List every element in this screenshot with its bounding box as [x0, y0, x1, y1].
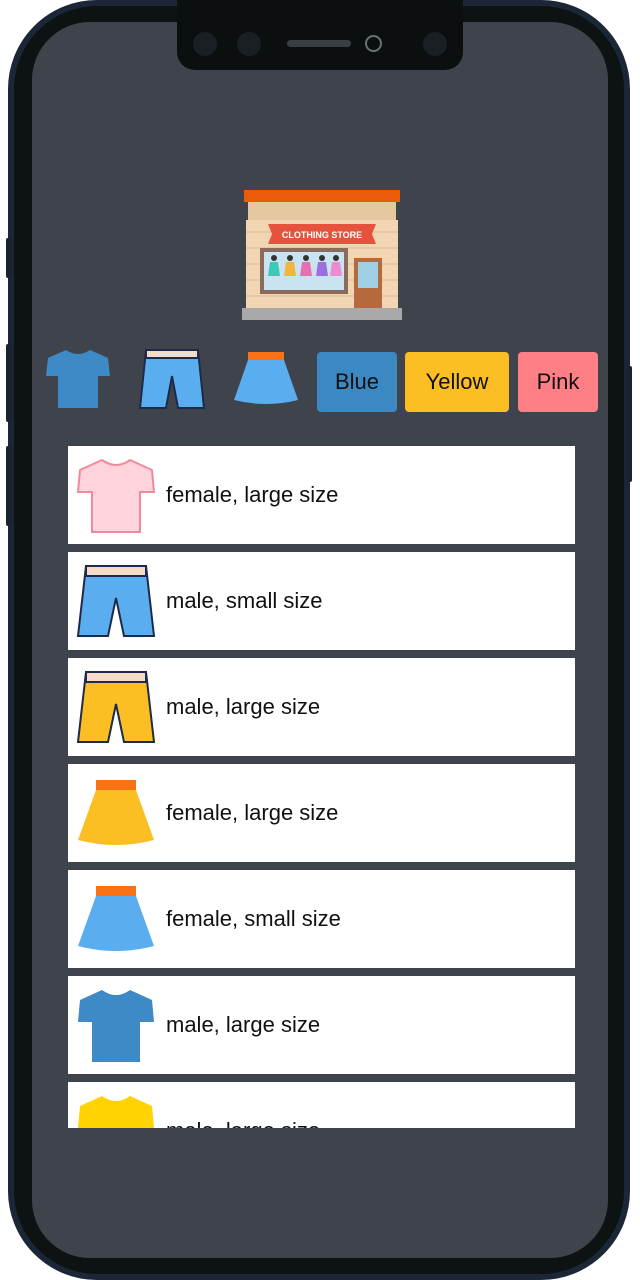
product-item[interactable]: male, large size — [68, 658, 575, 756]
skirt-filter[interactable] — [230, 346, 302, 412]
notch — [177, 0, 463, 70]
shorts-icon — [76, 565, 156, 637]
product-label: male, large size — [166, 1082, 320, 1128]
tshirt-filter[interactable] — [42, 346, 114, 412]
shorts-filter[interactable] — [136, 346, 208, 412]
yellow-filter-button[interactable]: Yellow — [405, 352, 509, 412]
pink-filter-button[interactable]: Pink — [518, 352, 598, 412]
tshirt-icon — [76, 458, 156, 533]
product-label: female, large size — [166, 800, 339, 825]
product-label: male, large size — [166, 1012, 321, 1037]
speaker-icon — [287, 40, 351, 47]
volume-down-button — [6, 446, 12, 526]
product-item[interactable]: female, large size — [68, 446, 575, 544]
product-item[interactable]: female, small size — [68, 870, 575, 968]
product-list[interactable]: female, large size male, small size male… — [68, 446, 575, 1128]
product-item[interactable]: female, large size — [68, 764, 575, 862]
sensor-icon — [237, 32, 261, 56]
product-item[interactable]: male, small size — [68, 552, 575, 650]
power-button — [626, 366, 632, 482]
tshirt-icon — [46, 350, 110, 408]
skirt-icon — [234, 352, 298, 404]
product-item[interactable]: male, large size — [68, 1082, 575, 1128]
volume-up-button — [6, 344, 12, 422]
product-label: female, large size — [166, 482, 339, 507]
svg-text:CLOTHING STORE: CLOTHING STORE — [282, 230, 362, 240]
sensor-icon — [423, 32, 447, 56]
tshirt-icon — [78, 1096, 154, 1128]
camera-icon — [193, 32, 217, 56]
product-label: male, small size — [166, 588, 323, 613]
front-camera-icon — [365, 35, 382, 52]
skirt-icon — [78, 886, 154, 951]
clothing-store-icon: CLOTHING STORE — [242, 190, 402, 320]
product-label: male, large size — [166, 694, 321, 719]
blue-filter-button[interactable]: Blue — [317, 352, 397, 412]
product-item[interactable]: male, large size — [68, 976, 575, 1074]
product-label: female, small size — [166, 906, 341, 931]
mute-switch — [6, 238, 12, 278]
shorts-icon — [76, 671, 156, 743]
shorts-icon — [138, 349, 206, 409]
tshirt-icon — [78, 990, 154, 1062]
skirt-icon — [78, 780, 154, 845]
